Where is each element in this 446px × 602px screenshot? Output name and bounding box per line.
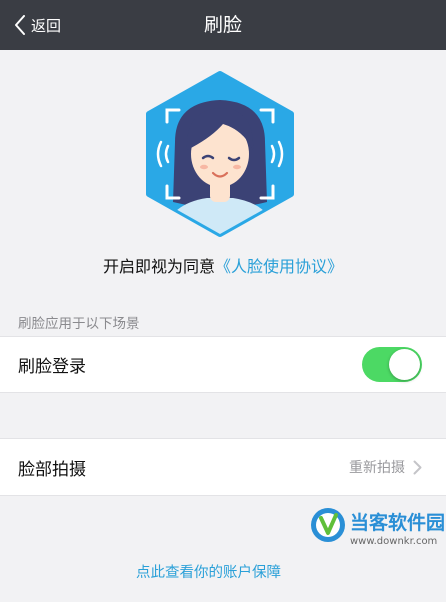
face-scan-icon <box>146 71 294 237</box>
chevron-right-icon <box>413 460 422 474</box>
face-capture-label: 脸部拍摄 <box>18 459 86 480</box>
face-login-label: 刷脸登录 <box>18 357 86 377</box>
consent-prefix: 开启即视为同意 <box>102 257 215 276</box>
section-header: 刷脸应用于以下场景 <box>18 316 140 332</box>
face-login-row: 刷脸登录 <box>0 336 446 393</box>
toggle-knob <box>389 349 420 380</box>
account-protection-link[interactable]: 点此查看你的账户保障 <box>136 561 281 582</box>
face-capture-row[interactable]: 脸部拍摄 重新拍摄 <box>0 438 446 496</box>
watermark-url: www.downkr.com <box>350 536 438 547</box>
watermark-name: 当客软件园 <box>350 512 446 534</box>
page-title: 刷脸 <box>203 14 242 36</box>
retake-label: 重新拍摄 <box>349 460 405 476</box>
watermark-logo-icon <box>311 508 345 542</box>
consent-text: 开启即视为同意《人脸使用协议》 <box>0 253 446 277</box>
retake-button[interactable]: 重新拍摄 <box>349 439 422 495</box>
navigation-bar: 返回 刷脸 <box>0 0 446 50</box>
site-watermark: 当客软件园 www.downkr.com <box>305 502 446 602</box>
face-login-toggle[interactable] <box>362 347 422 382</box>
face-agreement-link[interactable]: 《人脸使用协议》 <box>215 257 343 276</box>
